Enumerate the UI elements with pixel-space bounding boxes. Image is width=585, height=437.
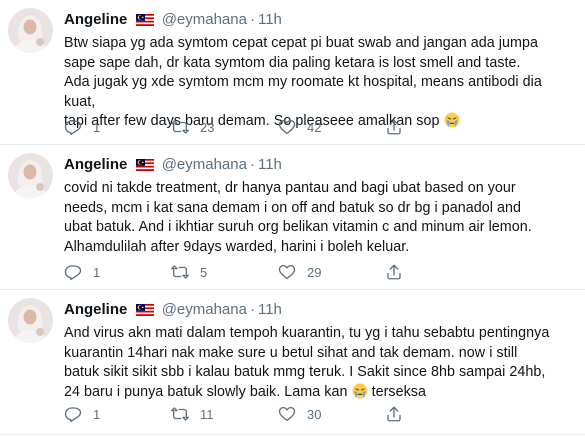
share-icon <box>387 406 401 422</box>
author-name[interactable]: Angeline <box>64 11 127 28</box>
author-name[interactable]: Angeline <box>64 156 127 173</box>
malaysia-flag-icon <box>135 157 154 177</box>
crying-face-emoji <box>352 383 368 399</box>
avatar[interactable] <box>8 8 53 53</box>
reply-icon <box>64 120 82 136</box>
malaysia-flag-icon <box>135 12 154 32</box>
retweet-icon <box>171 407 189 421</box>
like-button[interactable]: 29 <box>278 263 385 281</box>
retweet-icon <box>171 120 189 134</box>
author-handle[interactable]: @eymahana <box>162 11 247 28</box>
tweet[interactable]: Angeline @eymahana · 11h And virus akn mat… <box>0 290 585 435</box>
tweet-text: covid ni takde treatment, dr hanya panta… <box>64 179 575 257</box>
tweet-line: Alhamdulilah after 9days warded, harini … <box>64 238 410 255</box>
share-icon <box>387 264 401 280</box>
tweet-line: batuk sikit sikit sbb i kalau batuk mmg … <box>64 364 546 380</box>
like-count: 42 <box>307 119 322 135</box>
tweet-line: sape sape dah, dr kata symtom dia paling… <box>64 54 521 71</box>
share-button[interactable] <box>385 405 414 423</box>
reply-button[interactable]: 1 <box>64 263 171 281</box>
share-icon <box>387 119 401 135</box>
tweet-text: Btw siapa yg ada symtom cepat cepat pi b… <box>64 34 575 132</box>
author-name[interactable]: Angeline <box>64 301 127 318</box>
reply-button[interactable]: 1 <box>64 118 171 136</box>
tweet-text: And virus akn mati dalam tempoh kuaranti… <box>64 324 575 402</box>
tweet[interactable]: Angeline @eymahana · 11h covid ni takde tr… <box>0 145 585 290</box>
reply-icon <box>64 265 82 281</box>
retweet-count: 23 <box>200 119 215 135</box>
timestamp[interactable]: 11h <box>258 156 282 173</box>
like-button[interactable]: 30 <box>278 405 385 423</box>
retweet-button[interactable]: 23 <box>171 118 278 136</box>
tweet-line: kuarantin 14hari nak make sure u betul s… <box>64 344 518 361</box>
tweet-line: ubat batuk. And i ikhtiar suruh org beli… <box>64 219 532 235</box>
timestamp[interactable]: 11h <box>258 11 282 28</box>
share-button[interactable] <box>385 118 414 136</box>
like-button[interactable]: 42 <box>278 118 385 136</box>
share-button[interactable] <box>385 263 414 281</box>
like-count: 30 <box>307 406 322 422</box>
crying-face-emoji <box>444 112 460 128</box>
avatar[interactable] <box>8 298 53 343</box>
tweet-line: terseksa <box>371 383 426 400</box>
avatar[interactable] <box>8 153 53 198</box>
tweet-line: And virus akn mati dalam tempoh kuaranti… <box>64 325 550 341</box>
author-handle[interactable]: @eymahana <box>162 301 247 318</box>
tweet[interactable]: Angeline @eymahana · 11h Btw siapa yg ada … <box>0 0 585 145</box>
retweet-count: 5 <box>200 264 208 280</box>
tweet-actions: 1 23 42 <box>64 118 414 136</box>
reply-count: 1 <box>93 264 101 280</box>
tweet-actions: 1 5 29 <box>64 263 414 281</box>
retweet-icon <box>171 265 189 279</box>
retweet-count: 11 <box>200 406 214 422</box>
tweet-line: Ada jugak yg xde symtom mcm my roomate k… <box>64 74 542 110</box>
reply-icon <box>64 407 82 423</box>
like-count: 29 <box>307 264 322 280</box>
retweet-button[interactable]: 5 <box>171 263 278 281</box>
tweet-actions: 1 11 30 <box>64 405 414 423</box>
reply-button[interactable]: 1 <box>64 405 171 423</box>
reply-count: 1 <box>93 119 101 135</box>
tweet-line: covid ni takde treatment, dr hanya panta… <box>64 180 516 196</box>
heart-icon <box>278 264 296 280</box>
tweet-line: 24 baru i punya batuk slowly baik. Lama … <box>64 383 348 400</box>
separator-dot: · <box>249 156 255 173</box>
tweet-line: needs, mcm i kat sana demam i on off and… <box>64 199 521 216</box>
separator-dot: · <box>249 11 255 28</box>
reply-count: 1 <box>93 406 101 422</box>
heart-icon <box>278 119 296 135</box>
malaysia-flag-icon <box>135 302 154 322</box>
separator-dot: · <box>249 301 255 318</box>
tweet-line: Btw siapa yg ada symtom cepat cepat pi b… <box>64 35 538 51</box>
author-handle[interactable]: @eymahana <box>162 156 247 173</box>
timestamp[interactable]: 11h <box>258 301 282 318</box>
retweet-button[interactable]: 11 <box>171 405 278 423</box>
heart-icon <box>278 406 296 422</box>
